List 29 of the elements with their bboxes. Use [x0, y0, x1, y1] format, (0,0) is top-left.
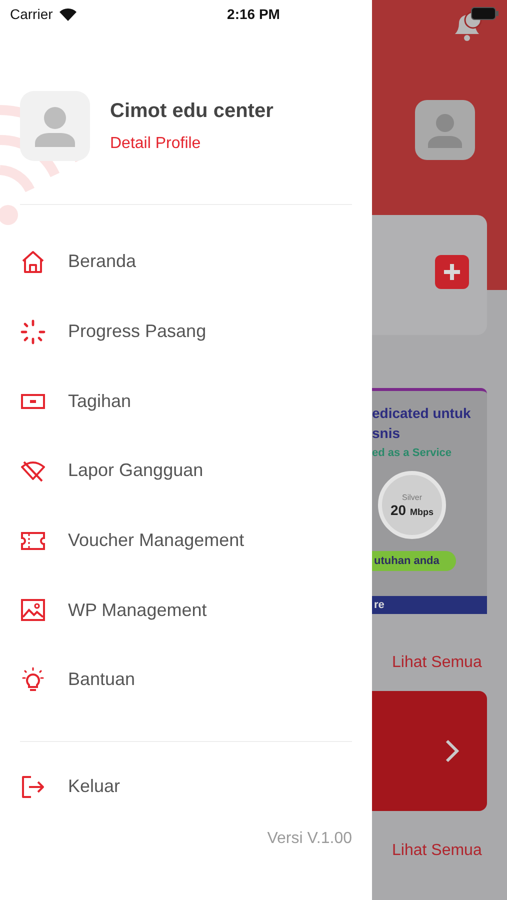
image-icon: [20, 597, 46, 624]
menu-item[interactable]: Progress Pasang: [20, 296, 352, 366]
banner-pill: utuhan anda: [372, 551, 456, 571]
menu-item[interactable]: Bantuan: [20, 645, 352, 715]
menu-item[interactable]: Lapor Gangguan: [20, 436, 352, 506]
home-icon: [20, 248, 46, 275]
battery-icon: [471, 7, 499, 20]
avatar-icon: [20, 91, 90, 161]
menu-item[interactable]: WP Management: [20, 575, 352, 646]
menu-item[interactable]: Beranda: [20, 227, 352, 297]
speed-gauge: Silver 20 Mbps: [378, 471, 446, 539]
banner-subtitle: ed as a Service: [372, 447, 453, 459]
lightbulb-icon: [20, 666, 46, 693]
add-button[interactable]: [435, 255, 469, 289]
banner-footer: re: [372, 596, 487, 614]
banner-title: edicated untuk snis: [372, 404, 472, 443]
wifi-icon: [58, 8, 77, 20]
carrier-label: Carrier: [10, 6, 53, 22]
profile-name: Cimot edu center: [110, 100, 274, 122]
detail-profile-link[interactable]: Detail Profile: [110, 134, 274, 152]
menu-item[interactable]: Voucher Management: [20, 506, 352, 576]
logout-icon: [20, 774, 46, 800]
spinner-icon: [20, 318, 46, 345]
menu-item[interactable]: Tagihan: [20, 366, 352, 436]
version-text: Versi V.1.00: [267, 830, 352, 848]
logout-item[interactable]: Keluar: [20, 752, 352, 822]
avatar-icon: [415, 100, 475, 160]
chevron-right-icon: [445, 739, 459, 763]
status-time: 2:16 PM: [226, 6, 281, 22]
